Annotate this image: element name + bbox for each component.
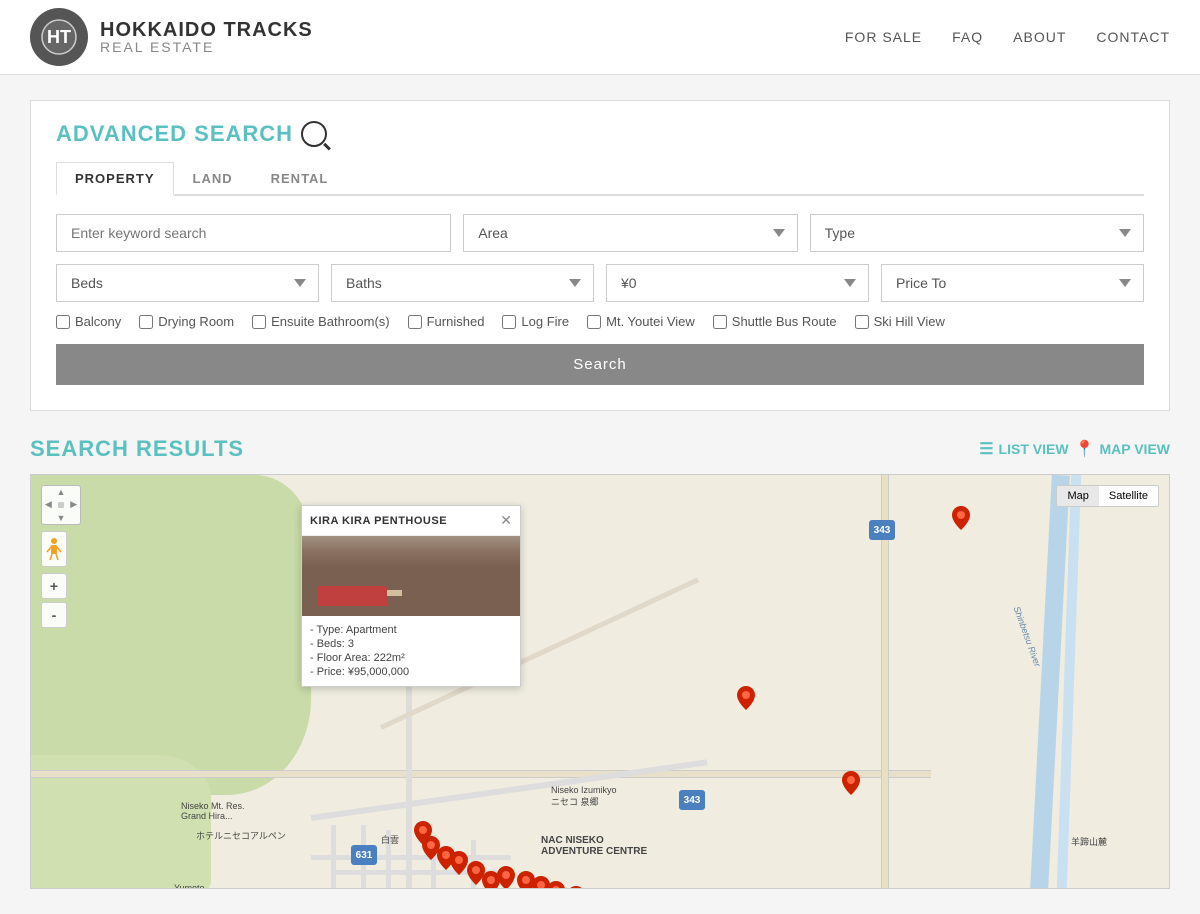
tab-land[interactable]: LAND (174, 162, 252, 196)
map-background: 343 343 631 ニセコマウンデンリゾートグランヒラフ しゅぽっぽヌプリ工… (31, 475, 1169, 888)
area-select[interactable]: Area (463, 214, 797, 252)
map-type-buttons: Map Satellite (1056, 485, 1159, 507)
map-road-d1 (311, 759, 708, 821)
map-pin-icon: 📍 (1075, 439, 1095, 459)
logo-area: HT HOKKAIDO TRACKS REAL ESTATE (30, 8, 313, 66)
street-view-button[interactable] (41, 531, 67, 567)
map-pin-2[interactable] (737, 686, 755, 710)
price-from-select[interactable]: ¥0 (606, 264, 869, 302)
popup-header: KIRA KIRA PENTHOUSE ✕ (302, 506, 520, 536)
checkbox-mt-youtei[interactable]: Mt. Youtei View (587, 314, 695, 329)
search-icon (301, 121, 327, 147)
pan-right[interactable]: ▶ (70, 499, 77, 510)
label-nac: NAC NISEKOADVENTURE CENTRE (541, 835, 647, 857)
map-pin-3[interactable] (842, 771, 860, 795)
search-row-1: Area Type (56, 214, 1144, 252)
list-icon: ☰ (979, 439, 993, 459)
type-select[interactable]: Type (810, 214, 1144, 252)
map-container[interactable]: 343 343 631 ニセコマウンデンリゾートグランヒラフ しゅぽっぽヌプリ工… (30, 474, 1170, 889)
checkboxes-row: Balcony Drying Room Ensuite Bathroom(s) … (56, 314, 1144, 329)
checkbox-balcony[interactable]: Balcony (56, 314, 121, 329)
map-road-h1 (31, 770, 931, 778)
keyword-input[interactable] (56, 214, 451, 252)
nav-about[interactable]: ABOUT (1013, 29, 1066, 45)
checkbox-shuttle[interactable]: Shuttle Bus Route (713, 314, 837, 329)
map-pin-14[interactable] (567, 886, 585, 889)
nav-faq[interactable]: FAQ (952, 29, 983, 45)
zoom-out-button[interactable]: - (41, 602, 67, 628)
svg-text:HT: HT (47, 27, 71, 47)
logo-sub: REAL ESTATE (100, 40, 313, 54)
search-tabs: PROPERTY LAND RENTAL (56, 162, 1144, 196)
satellite-button[interactable]: Satellite (1099, 486, 1158, 506)
checkbox-log-fire[interactable]: Log Fire (502, 314, 569, 329)
map-view-btn[interactable]: 📍 MAP VIEW (1075, 439, 1170, 459)
beds-select[interactable]: Beds (56, 264, 319, 302)
popup-title: KIRA KIRA PENTHOUSE (310, 515, 447, 527)
popup-price: - Price: ¥95,000,000 (310, 666, 512, 678)
popup-beds: - Beds: 3 (310, 638, 512, 650)
view-toggle: ☰ LIST VIEW 📍 MAP VIEW (979, 439, 1170, 459)
search-section: ADVANCED SEARCH PROPERTY LAND RENTAL Are… (30, 100, 1170, 411)
popup-details: - Type: Apartment - Beds: 3 - Floor Area… (302, 616, 520, 686)
route-badge-631: 631 (351, 845, 377, 865)
map-pin-7[interactable] (450, 851, 468, 875)
label-shinbetsu: Shinbetsu River (1012, 605, 1043, 668)
popup-floor-area: - Floor Area: 222m² (310, 652, 512, 664)
pan-center (58, 502, 64, 508)
main-nav: FOR SALE FAQ ABOUT CONTACT (845, 29, 1170, 45)
tab-rental[interactable]: RENTAL (252, 162, 348, 196)
results-title: SEARCH RESULTS (30, 436, 244, 462)
map-popup: KIRA KIRA PENTHOUSE ✕ - Type: Apartment … (301, 505, 521, 687)
pan-up[interactable]: ▲ (57, 487, 66, 497)
results-header: SEARCH RESULTS ☰ LIST VIEW 📍 MAP VIEW (30, 436, 1170, 462)
label-mountain: 羊蹄山麓 (1071, 835, 1107, 848)
logo-text: HOKKAIDO TRACKS REAL ESTATE (100, 20, 313, 54)
search-title-text: ADVANCED SEARCH (56, 121, 293, 147)
map-controls: ▲ ◀ ▶ ▼ (41, 485, 81, 628)
popup-close-button[interactable]: ✕ (500, 512, 512, 529)
pan-down[interactable]: ▼ (57, 513, 66, 523)
popup-image (302, 536, 520, 616)
checkbox-drying-room[interactable]: Drying Room (139, 314, 234, 329)
label-izumikyo: Niseko Izumikyoニセコ 泉郷 (551, 785, 617, 808)
pan-control[interactable]: ▲ ◀ ▶ ▼ (41, 485, 81, 525)
route-badge-mid: 343 (679, 790, 705, 810)
checkbox-ensuite[interactable]: Ensuite Bathroom(s) (252, 314, 390, 329)
map-pin-1[interactable] (952, 506, 970, 530)
results-section: SEARCH RESULTS ☰ LIST VIEW 📍 MAP VIEW (30, 436, 1170, 889)
map-road-h2 (311, 855, 511, 860)
checkbox-furnished[interactable]: Furnished (408, 314, 485, 329)
map-pin-10[interactable] (497, 866, 515, 889)
logo-brand: HOKKAIDO TRACKS (100, 20, 313, 40)
baths-select[interactable]: Baths (331, 264, 594, 302)
logo-icon: HT (30, 8, 88, 66)
price-to-select[interactable]: Price To (881, 264, 1144, 302)
search-title: ADVANCED SEARCH (56, 121, 1144, 147)
map-button[interactable]: Map (1057, 486, 1098, 506)
route-badge-top: 343 (869, 520, 895, 540)
tab-property[interactable]: PROPERTY (56, 162, 174, 196)
popup-img-sofa (317, 586, 387, 606)
search-row-2: Beds Baths ¥0 Price To (56, 264, 1144, 302)
zoom-in-button[interactable]: + (41, 573, 67, 599)
search-button[interactable]: Search (56, 344, 1144, 385)
pan-left[interactable]: ◀ (45, 499, 52, 510)
nav-contact[interactable]: CONTACT (1096, 29, 1170, 45)
list-view-btn[interactable]: ☰ LIST VIEW (979, 439, 1068, 459)
main-content: ADVANCED SEARCH PROPERTY LAND RENTAL Are… (0, 75, 1200, 914)
popup-type: - Type: Apartment (310, 624, 512, 636)
map-pin-13[interactable] (547, 881, 565, 889)
nav-for-sale[interactable]: FOR SALE (845, 29, 922, 45)
checkbox-ski-hill[interactable]: Ski Hill View (855, 314, 945, 329)
header: HT HOKKAIDO TRACKS REAL ESTATE FOR SALE … (0, 0, 1200, 75)
